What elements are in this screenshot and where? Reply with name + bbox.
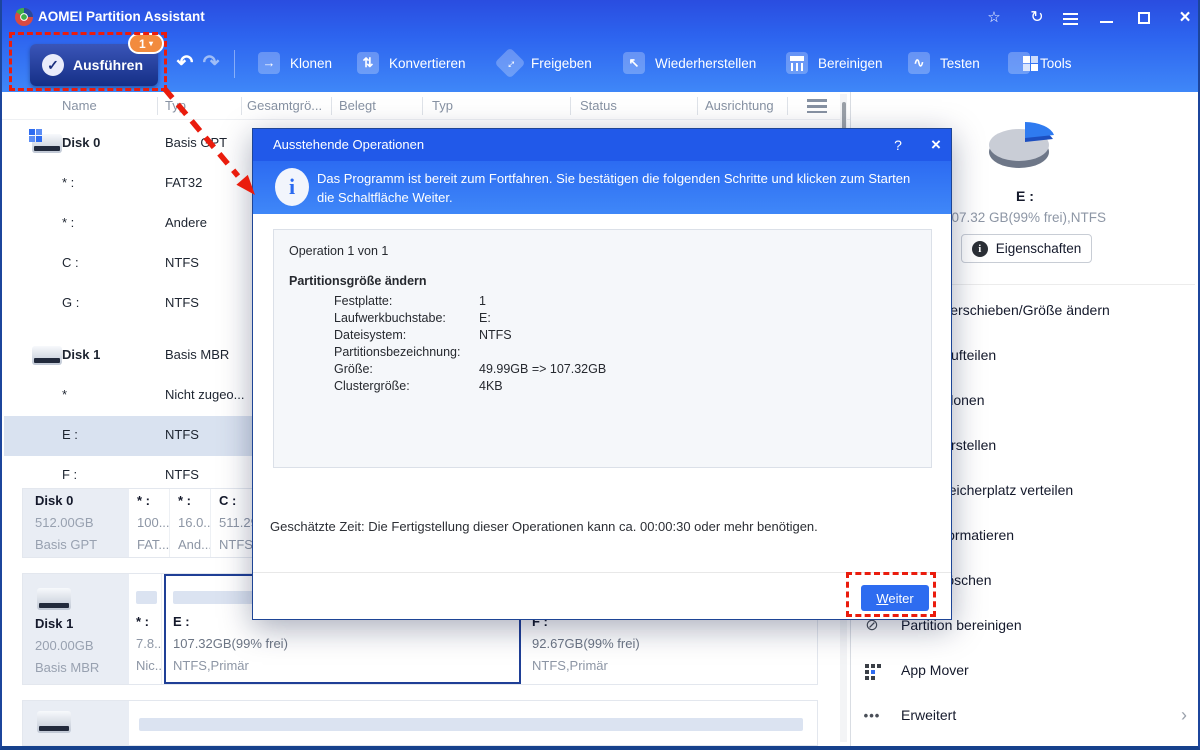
disk-icon [37,711,71,733]
menu-icon[interactable] [1060,8,1082,28]
disk1-panel[interactable]: Disk 1 200.00GB Basis MBR [23,574,129,684]
sync-icon[interactable]: ↻ [1026,8,1048,28]
chevron-right-icon: › [1181,705,1187,725]
properties-button[interactable]: i Eigenschaften [961,234,1092,263]
table-header: Name Typ Gesamtgrö... Belegt Typ Status … [2,92,850,120]
toolbar-convert[interactable]: ⇅ Konvertieren [357,51,466,75]
partition-cell[interactable] [131,701,817,745]
tools-grid-icon [1008,52,1030,74]
dialog-message: Das Programm ist bereit zum Fortfahren. … [317,171,911,205]
toolbar-tools[interactable]: Tools [1008,51,1072,75]
disk2-overview-row [22,700,818,746]
close-button[interactable]: × [1174,8,1196,28]
maximize-button[interactable] [1134,8,1156,28]
col-ausrichtung[interactable]: Ausrichtung [705,98,774,113]
app-window: AOMEI Partition Assistant ☆ ↻ × ✓ Ausfüh… [0,0,1200,750]
convert-icon: ⇅ [357,52,379,74]
app-logo-icon [15,7,33,26]
redo-button[interactable]: ↷ [198,50,224,75]
toolbar-wipe[interactable]: Bereinigen [786,51,883,75]
partition-cell-unallocated[interactable]: * : 7.8... Nic... [131,574,162,684]
operation-counter: Operation 1 von 1 [289,244,389,258]
operation-title: Partitionsgröße ändern [289,274,427,288]
column-settings-icon[interactable] [807,99,827,113]
favorite-star-icon[interactable]: ☆ [983,8,1005,28]
info-circle-icon: i [275,168,309,206]
toolbar-restore[interactable]: ↖ Wiederherstellen [623,51,756,75]
menu-advanced[interactable]: ••• Erweitert › [851,693,1198,738]
undo-button[interactable]: ↶ [172,50,198,75]
share-icon: ↔ [494,47,526,79]
partition-cell[interactable]: * : 16.0... And... [172,489,211,557]
toolbar-divider [234,50,235,78]
partition-cell[interactable]: * : 100.... FAT... [131,489,170,557]
disk-icon [37,588,71,610]
dialog-close-icon[interactable]: × [925,135,947,155]
minimize-button[interactable] [1096,8,1118,28]
col-name[interactable]: Name [62,98,97,113]
usage-bar [139,718,803,731]
highlight-rect-apply [9,32,167,91]
wipe-brush-icon [786,52,808,74]
disk0-panel[interactable]: Disk 0 512.00GB Basis GPT [23,489,129,557]
toolbar-test[interactable]: ∿ Testen [908,51,980,75]
header: AOMEI Partition Assistant ☆ ↻ × ✓ Ausfüh… [2,0,1198,92]
operations-list: Operation 1 von 1 Partitionsgröße ändern… [273,229,932,468]
dialog-title: Ausstehende Operationen [273,137,425,152]
app-mover-grid-icon [863,662,881,680]
col-typ2[interactable]: Typ [432,98,453,113]
help-icon[interactable]: ? [887,135,909,155]
disk-icon [29,129,62,153]
toolbar-clone[interactable]: → Klonen [258,51,332,75]
toolbar-share[interactable]: ↔ Freigeben [494,47,592,79]
pending-operations-dialog: Ausstehende Operationen ? × i Das Progra… [252,128,952,620]
info-icon: i [971,240,988,257]
annotation-arrow [161,86,255,195]
ellipsis-icon: ••• [863,708,881,723]
col-status[interactable]: Status [580,98,617,113]
menu-app-mover[interactable]: App Mover [851,648,1198,693]
highlight-rect-next [846,572,936,617]
restore-icon: ↖ [623,52,645,74]
disk2-panel[interactable] [23,701,129,745]
dialog-header[interactable]: Ausstehende Operationen ? × [253,129,951,161]
partition-pie-chart [989,122,1054,168]
usage-bar [136,591,157,604]
clone-icon: → [258,52,280,74]
estimate-text: Geschätzte Zeit: Die Fertigstellung dies… [270,519,818,534]
test-wave-icon: ∿ [908,52,930,74]
dialog-info-band: i Das Programm ist bereit zum Fortfahren… [253,161,951,214]
col-belegt[interactable]: Belegt [339,98,376,113]
window-title: AOMEI Partition Assistant [38,9,205,24]
disk-icon [32,346,62,365]
